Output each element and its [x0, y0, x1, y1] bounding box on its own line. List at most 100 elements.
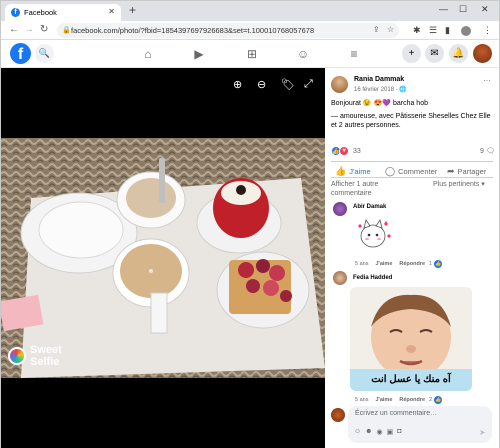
like-bubble-icon: 👍 [434, 396, 443, 404]
watermark-line2: Selfie [30, 356, 60, 368]
share-button[interactable]: ➦ Partager [447, 166, 486, 177]
camera-icon[interactable]: ◉ [377, 428, 383, 436]
photo-viewer: ⊕ ⊖ 🏷 ⤢ Sweet Selfie [1, 68, 325, 448]
comment-label: Commenter [398, 167, 438, 176]
like-button[interactable]: 👍 J'aime [335, 166, 371, 177]
gif-icon[interactable]: ▣ [387, 428, 394, 436]
close-window-button[interactable]: ✕ [481, 4, 489, 15]
tag-icon[interactable]: 🏷 [281, 78, 295, 91]
back-icon[interactable]: ← [9, 24, 19, 35]
author-avatar[interactable] [331, 76, 348, 93]
like-bubble-icon: 👍 [434, 260, 443, 268]
commenter-name[interactable]: Fedia Hadded [353, 275, 392, 281]
comment-like-count: 1 [429, 261, 433, 267]
comment-input[interactable]: Écrivez un commentaire… ☺ ☻ ◉ ▣ ◘ ➤ [348, 406, 492, 443]
lock-icon[interactable]: 🔒 [62, 26, 71, 34]
watermark-text: Sweet Selfie [30, 344, 62, 368]
browser-toolbar: ← → ↻ 🔒 facebook.com/photo/?fbid=1854397… [1, 21, 499, 40]
comment-reply-link[interactable]: Répondre [399, 261, 425, 267]
comment-meta: 5 ans J'aime Répondre 2 👍 [355, 396, 443, 404]
cat-sticker-image [358, 219, 391, 248]
reaction-count: 33 [353, 147, 361, 155]
menu-kebab-icon[interactable]: ⋮ [483, 25, 492, 36]
comment-age: 5 ans [355, 261, 369, 267]
comment-like-link[interactable]: J'aime [375, 261, 392, 267]
commenter-avatar[interactable] [333, 202, 347, 216]
facebook-header: f 🔍 ⌂ ▶ ⊞ ☺ ≡ + ✉ 🔔 [1, 40, 499, 68]
minimize-button[interactable]: — [439, 4, 448, 14]
messenger-icon[interactable]: ✉ [425, 44, 444, 63]
emoji-icon[interactable]: ☻ [365, 428, 372, 436]
speech-bubble-icon: ◯ [385, 166, 396, 176]
share-label: Partager [457, 167, 487, 176]
avatar-sticker-icon[interactable]: ☺ [354, 428, 361, 436]
show-more-comments-link[interactable]: Afficher 1 autre commentaire [331, 180, 391, 198]
new-tab-button[interactable]: + [129, 3, 136, 17]
side-panel-icon[interactable]: ▮ [445, 25, 450, 36]
browser-window: f Facebook ✕ + — ☐ ✕ ← → ↻ 🔒 facebook.co… [0, 0, 500, 448]
reactions-summary[interactable]: 👍 ♥ 33 [331, 146, 361, 156]
divider [331, 161, 493, 162]
comment-button[interactable]: ◯ Commenter [385, 166, 437, 177]
notifications-bell-icon[interactable]: 🔔 [449, 44, 468, 63]
menu-icon[interactable]: ≡ [346, 46, 362, 62]
reading-list-icon[interactable]: ☰ [429, 25, 437, 36]
comment-like-count: 2 [429, 397, 433, 403]
post-date[interactable]: 16 février 2018 · 🌐 [354, 86, 407, 93]
sweet-selfie-watermark: Sweet Selfie [8, 344, 62, 368]
share-page-icon[interactable]: ⇪ [373, 25, 380, 34]
home-icon[interactable]: ⌂ [140, 46, 156, 62]
maximize-button[interactable]: ☐ [459, 4, 467, 15]
love-reaction-icon: ♥ [339, 146, 349, 156]
search-icon[interactable]: 🔍 [35, 44, 54, 63]
share-arrow-icon: ➦ [447, 166, 455, 176]
post-text-line1: Bonjourat 😉 😍💜 barcha hob [331, 100, 428, 107]
browser-tab[interactable]: f Facebook ✕ [5, 4, 121, 21]
divider [331, 177, 493, 178]
marketplace-icon[interactable]: ⊞ [244, 46, 260, 62]
author-name[interactable]: Rania Dammak [354, 76, 404, 83]
zoom-out-icon[interactable]: ⊖ [257, 78, 266, 91]
groups-icon[interactable]: ☺ [295, 46, 311, 62]
facebook-logo-icon[interactable]: f [10, 43, 31, 64]
close-tab-icon[interactable]: ✕ [108, 7, 115, 16]
facebook-favicon-icon: f [11, 8, 20, 17]
commenter-avatar[interactable] [333, 271, 347, 285]
tab-title: Facebook [24, 8, 57, 17]
reload-icon[interactable]: ↻ [40, 24, 48, 35]
meme-image[interactable]: آه منك يا عسل انت [350, 287, 472, 391]
comment-meta: 5 ans J'aime Répondre 1 👍 [355, 260, 443, 268]
post-photo [1, 138, 325, 378]
fullscreen-icon[interactable]: ⤢ [304, 78, 313, 91]
url-text: facebook.com/photo/?fbid=185439769792668… [71, 26, 315, 35]
comment-count[interactable]: 9 🗨 [480, 147, 495, 155]
address-bar[interactable]: 🔒 facebook.com/photo/?fbid=1854397697926… [57, 23, 399, 38]
thumbs-up-icon: 👍 [335, 166, 347, 176]
more-options-icon[interactable]: ··· [483, 76, 491, 85]
profile-avatar[interactable] [461, 26, 471, 36]
comment-tools: ☺ ☻ ◉ ▣ ◘ [354, 428, 402, 436]
sticker-icon[interactable]: ◘ [397, 428, 401, 436]
commenter-name[interactable]: Abir Damak [353, 204, 386, 210]
meme-caption: آه منك يا عسل انت [371, 374, 451, 385]
bookmark-star-icon[interactable]: ☆ [387, 25, 394, 34]
comment-age: 5 ans [355, 397, 369, 403]
current-user-avatar[interactable] [331, 408, 345, 422]
extensions-icon[interactable]: ✱ [413, 25, 421, 36]
comment-bubble-icon: 🗨 [485, 148, 495, 155]
zoom-in-icon[interactable]: ⊕ [233, 78, 242, 91]
forward-icon[interactable]: → [24, 24, 34, 35]
post-details-panel: Rania Dammak 16 février 2018 · 🌐 ··· Bon… [325, 68, 499, 448]
breakfast-tray-image [1, 138, 325, 378]
comment-count-value: 9 [480, 148, 484, 155]
comment-placeholder: Écrivez un commentaire… [355, 410, 438, 417]
sweet-selfie-logo-icon [8, 347, 26, 365]
comment-reply-link[interactable]: Répondre [399, 397, 425, 403]
account-avatar[interactable] [473, 44, 492, 63]
send-icon[interactable]: ➤ [479, 428, 486, 437]
comment-like-link[interactable]: J'aime [375, 397, 392, 403]
create-plus-icon[interactable]: + [402, 44, 421, 63]
sort-comments-dropdown[interactable]: Plus pertinents ▾ [433, 180, 488, 189]
watch-icon[interactable]: ▶ [191, 46, 207, 62]
tab-strip: f Facebook ✕ + — ☐ ✕ [1, 1, 499, 21]
